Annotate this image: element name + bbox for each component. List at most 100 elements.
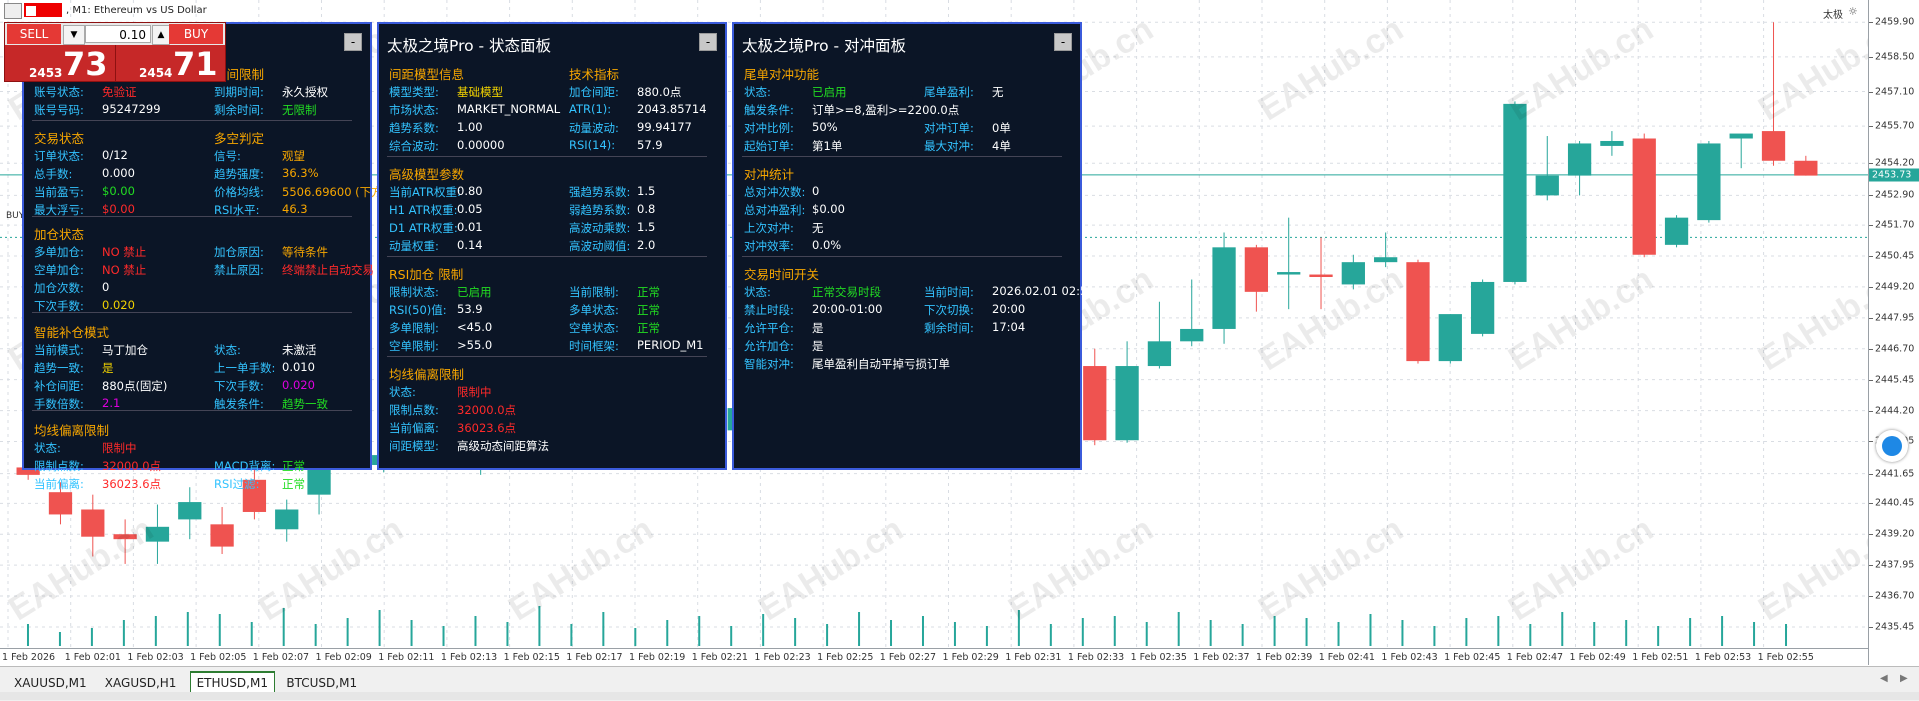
field-value: 限制中 (102, 441, 137, 455)
ask-price-prefix[interactable]: 2454 (139, 66, 172, 80)
field-label: 加仓次数: (34, 281, 84, 295)
time-label: 1 Feb 02:03 (127, 652, 184, 663)
panel-divider (32, 312, 352, 313)
section-header: 交易状态 (34, 131, 85, 146)
time-label: 1 Feb 02:35 (1130, 652, 1187, 663)
price-label: 2446.70 (1875, 343, 1915, 355)
candle-body (1697, 143, 1721, 221)
field-label: 弱趋势系数: (569, 203, 631, 217)
time-label: 1 Feb 02:31 (1005, 652, 1062, 663)
lot-size-input[interactable]: 0.10 (85, 25, 151, 43)
field-value: 1.5 (637, 184, 656, 198)
field-label: 总手数: (34, 167, 73, 181)
time-label: 1 Feb 02:51 (1632, 652, 1689, 663)
ask-price-big[interactable]: 71 (173, 45, 218, 83)
field-label: 多单加仓: (34, 245, 84, 259)
candle-body (1277, 272, 1301, 275)
field-label: 当前限制: (569, 285, 619, 299)
field-value: NO 禁止 (102, 263, 147, 277)
price-label: 2441.65 (1875, 468, 1915, 480)
field-label: 账号状态: (34, 85, 84, 99)
field-label: 空单限制: (389, 339, 439, 353)
time-label: 1 Feb 02:43 (1381, 652, 1438, 663)
field-label: 限制点数: (389, 403, 439, 417)
field-label: 高波动阈值: (569, 239, 631, 253)
panel-minimize-button[interactable]: - (1054, 33, 1072, 51)
time-label: 1 Feb 02:11 (378, 652, 435, 663)
tab-scroll-right-icon[interactable]: ▶ (1900, 673, 1908, 684)
lot-increase-button[interactable]: ▲ (152, 25, 170, 45)
panel-divider (387, 156, 707, 157)
tab-scroll-left-icon[interactable]: ◀ (1880, 673, 1888, 684)
panel-divider (387, 256, 707, 257)
hedge-panel: 太极之境Pro - 对冲面板 - 尾单对冲功能 状态: 已启用 尾单盈利: 无触发条件: 订单… (732, 22, 1087, 470)
field-label: D1 ATR权重: (389, 221, 458, 235)
candle-body (1535, 175, 1559, 196)
field-label: 状态: (389, 385, 416, 399)
field-value: 终端禁止自动交易 (282, 263, 374, 277)
price-axis[interactable]: 2459.90 2458.50 2457.10 2455.70 2454.20 2452.… (1868, 0, 1919, 665)
field-value: 正常 (282, 477, 305, 491)
time-label: 1 Feb 02:45 (1444, 652, 1501, 663)
field-value: 0.020 (102, 298, 135, 312)
field-value: 正常交易时段 (812, 285, 881, 299)
candle-body (1729, 133, 1753, 139)
chart-header: , M1: Ethereum vs US Dollar 太极 ☼ (0, 0, 1868, 22)
trade-top-bar: SELL ▼ 0.10 ▲ BUY (5, 23, 225, 45)
field-label: 补仓间距: (34, 379, 84, 393)
field-value: 0.0% (812, 238, 842, 252)
bid-price-big[interactable]: 73 (63, 45, 108, 83)
field-value: 无限制 (282, 103, 317, 117)
panel-minimize-button[interactable]: - (699, 33, 717, 51)
field-label: 多单限制: (389, 321, 439, 335)
candle-body (1470, 281, 1495, 334)
field-label: 禁止原因: (214, 263, 264, 277)
sell-button[interactable]: SELL (7, 24, 61, 44)
chart-tab[interactable]: XAUUSD,M1 (8, 673, 93, 693)
field-value: 已启用 (812, 85, 847, 99)
price-label: 2435.45 (1875, 621, 1915, 633)
time-label: 1 Feb 02:27 (879, 652, 937, 663)
field-value: 已启用 (457, 285, 492, 299)
current-price-label: 2453.73 (1869, 168, 1919, 182)
candle-body (1567, 143, 1592, 176)
time-label: 1 Feb 02:41 (1318, 652, 1375, 663)
section-header: RSI加仓 限制 (389, 267, 464, 282)
chart-tab[interactable]: XAGUSD,H1 (99, 673, 183, 693)
chart-menu-icon[interactable] (4, 3, 22, 19)
field-value: 0.01 (457, 220, 483, 234)
time-label: 1 Feb 02:01 (64, 652, 121, 663)
field-value: 0/12 (102, 148, 128, 162)
field-value: 0.010 (282, 360, 315, 374)
field-value: 0 (102, 280, 110, 294)
lot-decrease-button[interactable]: ▼ (63, 25, 85, 45)
time-axis[interactable]: 1 Feb 2026 1 Feb 02:01 1 Feb 02:03 1 Feb 02… (0, 648, 1868, 667)
horizontal-scrollbar[interactable] (0, 692, 1919, 700)
price-tick (1869, 56, 1873, 58)
time-label: 1 Feb 02:49 (1569, 652, 1626, 663)
candle-body (1341, 262, 1365, 285)
candle-body (1664, 217, 1689, 245)
bid-price-prefix[interactable]: 2453 (29, 66, 62, 80)
field-label: RSI过滤: (214, 477, 260, 491)
field-label: 总对冲次数: (744, 185, 806, 199)
field-label: 最大对冲: (924, 139, 974, 153)
buy-button[interactable]: BUY (169, 24, 223, 44)
chart-tab[interactable]: BTCUSD,M1 (280, 673, 363, 693)
field-label: 总对冲盈利: (744, 203, 806, 217)
field-label: 允许平仓: (744, 321, 794, 335)
field-label: 账号号码: (34, 103, 84, 117)
field-label: 市场状态: (389, 103, 439, 117)
field-label: 动量波动: (569, 121, 619, 135)
status-panel: 太极之境Pro - 状态面板 - 间距模型信息 技术指标 模型类型: 基础模型 加仓间距: 8… (377, 22, 727, 470)
field-value: 等待条件 (282, 245, 328, 259)
chart-tab[interactable]: ETHUSD,M1 (189, 671, 275, 694)
field-label: 综合波动: (389, 139, 439, 153)
panel-minimize-button[interactable]: - (344, 33, 362, 51)
field-value: 尾单盈利自动平掉亏损订单 (812, 357, 950, 371)
field-value: 57.9 (637, 138, 663, 152)
field-label: RSI(14): (569, 138, 616, 152)
section-header: 技术指标 (569, 67, 620, 82)
expert-hat-icon[interactable]: ☼ (1848, 5, 1858, 18)
signal-bubble-button[interactable] (1876, 430, 1908, 462)
